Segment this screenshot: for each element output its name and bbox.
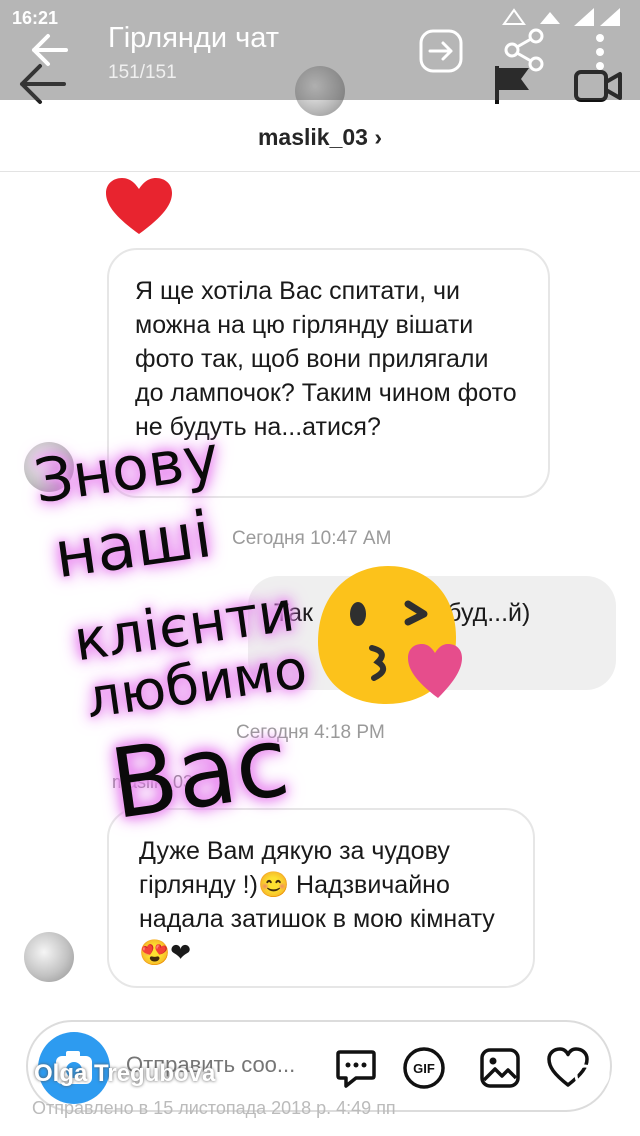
image-icon[interactable] bbox=[478, 1046, 522, 1090]
sent-status: Отправлено в 15 листопада 2018 р. 4:49 п… bbox=[32, 1098, 396, 1118]
gif-icon[interactable]: GIF bbox=[402, 1046, 446, 1090]
item-counter: 151/151 bbox=[108, 62, 177, 83]
clock: 16:21 bbox=[12, 8, 59, 28]
share-icon[interactable] bbox=[500, 26, 548, 74]
kiss-emoji bbox=[318, 566, 462, 704]
forward-icon[interactable] bbox=[418, 28, 464, 74]
status-icons bbox=[502, 8, 620, 26]
back-arrow-icon[interactable] bbox=[30, 30, 70, 70]
chat-username[interactable]: maslik_03 › bbox=[0, 124, 640, 151]
timestamp: Сегодня 10:47 AM bbox=[232, 528, 392, 549]
heart-reaction-icon bbox=[106, 178, 172, 234]
svg-text:GIF: GIF bbox=[413, 1061, 435, 1076]
message-icon[interactable] bbox=[334, 1046, 378, 1090]
owner-name: Olga Tregubova bbox=[34, 1060, 216, 1087]
like-icon[interactable] bbox=[574, 1064, 610, 1098]
message-text: Дуже Вам дякую за чудову гірлянду !)😊 На… bbox=[139, 837, 495, 967]
viewer-header: 16:21 Гірлянди чат 151/151 bbox=[0, 0, 640, 100]
chat-title: Гірлянди чат bbox=[108, 22, 279, 54]
message-text: Я ще хотіла Вас спитати, чи можна на цю … bbox=[135, 277, 517, 441]
sender-avatar[interactable] bbox=[24, 932, 74, 982]
more-icon[interactable] bbox=[590, 30, 610, 74]
message-bubble-incoming[interactable]: Дуже Вам дякую за чудову гірлянду !)😊 На… bbox=[107, 808, 535, 988]
